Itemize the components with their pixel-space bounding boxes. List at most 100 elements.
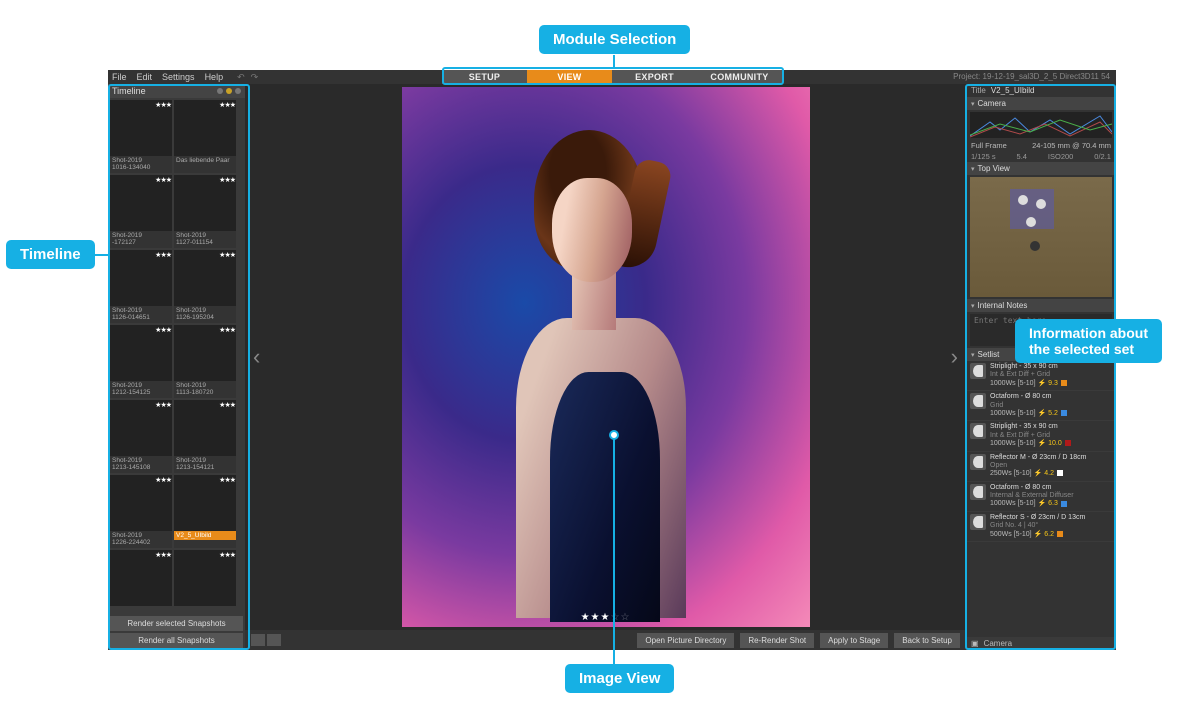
thumb-stars-icon: ★★★ — [219, 476, 235, 484]
thumb-caption: Shot-20191126-014651 — [110, 306, 172, 323]
panel-close-icon[interactable] — [235, 88, 241, 94]
next-arrow-icon[interactable]: › — [951, 344, 958, 370]
camera-section-head[interactable]: Camera — [966, 97, 1116, 110]
timeline-thumb[interactable]: ★★★ Shot-20191113-180720 — [174, 325, 236, 398]
tab-community[interactable]: COMMUNITY — [697, 70, 782, 84]
topview-section-head[interactable]: Top View — [966, 162, 1116, 175]
tab-setup[interactable]: SETUP — [442, 70, 527, 84]
app-window: File Edit Settings Help ↶ ↷ SETUP VIEW E… — [108, 70, 1116, 650]
camera-footer-label: Camera — [984, 639, 1012, 648]
viewer-footer: Open Picture Directory Re-Render Shot Ap… — [245, 630, 966, 650]
setitem-sub: Grid — [990, 402, 1112, 410]
setitem-power: 1000Ws [5-10] ⚡ 10.0 — [990, 440, 1112, 448]
thumb-caption: Shot-2019-172127 — [110, 231, 172, 248]
callout-imageview: Image View — [565, 664, 674, 693]
thumb-caption: Shot-20191213-154121 — [174, 456, 236, 473]
thumb-caption: V2_5_UIbild — [174, 531, 236, 540]
timeline-thumb[interactable]: ★★★Shot-20191127-011154 — [174, 175, 236, 248]
redo-icon[interactable]: ↷ — [251, 72, 259, 83]
menu-file[interactable]: File — [112, 72, 127, 82]
light-icon — [970, 423, 986, 439]
setlist-item[interactable]: Octaform - Ø 80 cm Internal & External D… — [966, 482, 1116, 512]
timeline-thumb[interactable]: ★★★Shot-2019-172127 — [110, 175, 172, 248]
light-icon — [970, 363, 986, 379]
setitem-name: Striplight - 35 x 90 cm — [990, 363, 1112, 371]
sensor-format: Full Frame — [971, 141, 1007, 150]
callout-info: Information about the selected set — [1015, 319, 1162, 363]
thumb-caption: Shot-20191016-134040 — [110, 156, 172, 173]
back-setup-button[interactable]: Back to Setup — [894, 633, 960, 648]
timeline-thumb[interactable]: ★★★Shot-20191212-154125 — [110, 325, 172, 398]
render-selected-button[interactable]: Render selected Snapshots — [110, 616, 243, 631]
panel-pin-icon[interactable] — [226, 88, 232, 94]
light-icon — [970, 393, 986, 409]
timeline-thumb[interactable]: ★★★ — [110, 550, 172, 606]
timeline-thumb[interactable]: ★★★Shot-20191226-224402 — [110, 475, 172, 548]
setitem-sub: Int & Ext Diff + Grid — [990, 371, 1112, 379]
setitem-name: Octaform - Ø 80 cm — [990, 484, 1112, 492]
undo-icon[interactable]: ↶ — [237, 72, 245, 83]
thumb-caption: Shot-20191213-145108 — [110, 456, 172, 473]
thumb-stars-icon: ★★★ — [219, 101, 235, 109]
menu-help[interactable]: Help — [205, 72, 224, 82]
setitem-name: Striplight - 35 x 90 cm — [990, 423, 1112, 431]
tab-export[interactable]: EXPORT — [612, 70, 697, 84]
title-value: V2_5_UIbild — [991, 86, 1035, 95]
timeline-thumb[interactable]: ★★★ Shot-20191016-134040 — [110, 100, 172, 173]
render-all-button[interactable]: Render all Snapshots — [110, 633, 243, 648]
timeline-title: Timeline — [112, 86, 146, 96]
setlist-item[interactable]: Reflector M - Ø 23cm / D 18cm Open 250Ws… — [966, 452, 1116, 482]
timeline-thumb[interactable]: ★★★Shot-20191126-195204 — [174, 250, 236, 323]
setitem-power: 250Ws [5-10] ⚡ 4.2 — [990, 470, 1112, 478]
light-icon — [970, 514, 986, 530]
thumb-stars-icon: ★★★ — [219, 401, 235, 409]
thumb-caption: Shot-20191126-195204 — [174, 306, 236, 323]
thumb-caption: Shot-20191113-180720 — [174, 381, 236, 398]
thumb-caption: Das liebende Paar — [174, 156, 236, 165]
thumb-stars-icon: ★★★ — [155, 101, 171, 109]
thumb-caption: Shot-20191226-224402 — [110, 531, 172, 548]
setlist-item[interactable]: Reflector S - Ø 23cm / D 13cm Grid No. 4… — [966, 512, 1116, 542]
thumb-stars-icon: ★★★ — [219, 326, 235, 334]
main-image[interactable]: ★★★☆☆ — [402, 87, 810, 627]
thumb-stars-icon: ★★★ — [155, 551, 171, 559]
menu-settings[interactable]: Settings — [162, 72, 195, 82]
callout-module: Module Selection — [539, 25, 690, 54]
rating-stars[interactable]: ★★★☆☆ — [581, 612, 631, 623]
timeline-thumb[interactable]: ★★★ Shot-20191213-145108 — [110, 400, 172, 473]
setlist-item[interactable]: Striplight - 35 x 90 cm Int & Ext Diff +… — [966, 361, 1116, 391]
thumb-stars-icon: ★★★ — [155, 401, 171, 409]
view-single-icon[interactable] — [251, 634, 265, 646]
prev-arrow-icon[interactable]: ‹ — [253, 344, 260, 370]
title-label: Title — [971, 86, 986, 95]
topview-diagram[interactable] — [970, 177, 1112, 297]
notes-section-head[interactable]: Internal Notes — [966, 299, 1116, 312]
setitem-power: 1000Ws [5-10] ⚡ 6.3 — [990, 500, 1112, 508]
setitem-power: 500Ws [5-10] ⚡ 6.2 — [990, 531, 1112, 539]
histogram — [970, 112, 1112, 138]
thumb-stars-icon: ★★★ — [219, 551, 235, 559]
iso: ISO200 — [1048, 152, 1073, 161]
info-panel: Title V2_5_UIbild Camera Full Frame 24-1… — [966, 84, 1116, 650]
timeline-thumb[interactable]: ★★★ V2_5_UIbild — [174, 475, 236, 548]
menu-edit[interactable]: Edit — [137, 72, 153, 82]
timeline-thumb[interactable]: ★★★ Shot-20191126-014651 — [110, 250, 172, 323]
tab-view[interactable]: VIEW — [527, 70, 612, 84]
setitem-name: Octaform - Ø 80 cm — [990, 393, 1112, 401]
rerender-button[interactable]: Re-Render Shot — [740, 633, 814, 648]
menu-bar: File Edit Settings Help ↶ ↷ SETUP VIEW E… — [108, 70, 1116, 84]
shutter: 1/125 s — [971, 152, 996, 161]
setitem-power: 1000Ws [5-10] ⚡ 5.2 — [990, 410, 1112, 418]
timeline-thumb[interactable]: ★★★ Das liebende Paar — [174, 100, 236, 173]
timeline-thumb[interactable]: ★★★ — [174, 550, 236, 606]
setlist-item[interactable]: Striplight - 35 x 90 cm Int & Ext Diff +… — [966, 421, 1116, 451]
setlist-item[interactable]: Octaform - Ø 80 cm Grid 1000Ws [5-10] ⚡ … — [966, 391, 1116, 421]
timeline-thumb[interactable]: ★★★ Shot-20191213-154121 — [174, 400, 236, 473]
ev: 0/2.1 — [1094, 152, 1111, 161]
thumb-stars-icon: ★★★ — [155, 251, 171, 259]
view-grid-icon[interactable] — [267, 634, 281, 646]
camera-footer-icon[interactable]: ▣ — [971, 639, 979, 648]
panel-min-icon[interactable] — [217, 88, 223, 94]
apply-stage-button[interactable]: Apply to Stage — [820, 633, 888, 648]
open-directory-button[interactable]: Open Picture Directory — [637, 633, 734, 648]
